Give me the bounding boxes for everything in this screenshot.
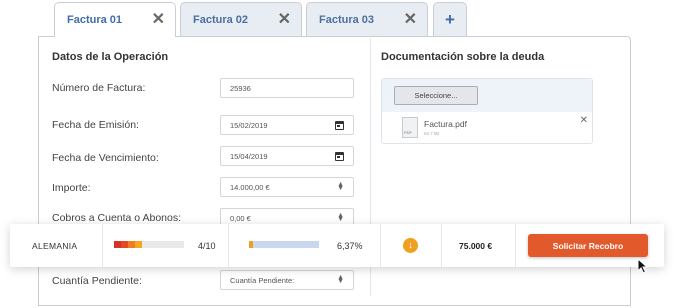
invoice-number-input[interactable]: 25936 [220, 78, 354, 98]
due-date-label: Fecha de Vencimiento: [52, 152, 159, 164]
issue-date-input[interactable]: 15/02/2019 [220, 115, 354, 135]
summary-bar: ALEMANIA 4/10 6,37% ↓ 75.000 € Solicitar… [10, 224, 664, 267]
divider [228, 224, 229, 267]
add-tab-button[interactable]: + [433, 2, 467, 36]
spinner-icon[interactable]: ▲ ▼ [337, 274, 344, 285]
request-recovery-button[interactable]: Solicitar Recobro [528, 234, 648, 257]
file-size: 52.7 kB [424, 131, 440, 136]
risk-bar-segment [128, 241, 135, 248]
percentage-value: 6,37% [337, 241, 363, 251]
operation-title: Datos de la Operación [52, 51, 169, 63]
divider [102, 224, 103, 267]
payments-value: 0,00 € [230, 213, 251, 223]
spinner-icon[interactable]: ▲ ▼ [337, 212, 344, 223]
documentation-title: Documentación sobre la deuda [381, 51, 545, 63]
spinner-icon[interactable]: ▲ ▼ [337, 181, 344, 192]
risk-bar-segment [135, 241, 142, 248]
close-icon[interactable]: ✕ [152, 12, 165, 28]
close-icon[interactable]: ✕ [404, 11, 417, 28]
invoice-number-label: Número de Factura: [52, 82, 146, 94]
divider [515, 224, 516, 267]
summary-amount: 75.000 € [459, 241, 493, 251]
tab-factura-03[interactable]: Factura 03 ✕ [306, 2, 428, 36]
issue-date-label: Fecha de Emisión: [52, 119, 139, 131]
select-file-button[interactable]: Seleccione... [394, 86, 478, 105]
invoice-number-value: 25936 [230, 83, 251, 93]
calendar-icon[interactable] [335, 120, 344, 130]
amount-input[interactable]: 14.000,00 € ▲ ▼ [220, 177, 354, 197]
tab-factura-01[interactable]: Factura 01 ✕ [54, 2, 176, 37]
remove-file-icon[interactable]: ✕ [580, 115, 588, 126]
calendar-icon[interactable] [335, 151, 344, 161]
percentage-bar-track [249, 241, 319, 248]
pending-placeholder: Cuantía Pendiente: [230, 275, 295, 285]
risk-score: 4/10 [198, 241, 216, 251]
file-name: Factura.pdf [424, 119, 467, 129]
amount-value: 14.000,00 € [230, 182, 270, 192]
issue-date-value: 15/02/2019 [230, 120, 268, 130]
tab-label: Factura 01 [67, 14, 123, 26]
close-icon[interactable]: ✕ [278, 11, 291, 28]
country-name: ALEMANIA [32, 241, 78, 251]
arrow-down-circle-icon: ↓ [403, 238, 418, 253]
tab-label: Factura 03 [319, 13, 375, 26]
pending-label: Cuantía Pendiente: [52, 275, 142, 287]
pending-input[interactable]: Cuantía Pendiente: ▲ ▼ [220, 270, 354, 290]
tab-label: Factura 02 [193, 13, 249, 26]
percentage-bar-fill [249, 241, 253, 248]
risk-bar-segment [121, 241, 128, 248]
divider [380, 224, 381, 267]
amount-label: Importe: [52, 182, 91, 194]
payments-label: Cobros a Cuenta o Abonos: [52, 212, 182, 224]
plus-icon: + [445, 9, 455, 29]
divider [441, 224, 442, 267]
due-date-input[interactable]: 15/04/2019 [220, 146, 354, 166]
due-date-value: 15/04/2019 [230, 151, 268, 161]
document-upload-box: Seleccione... PDF Factura.pdf 52.7 kB ✕ [381, 78, 593, 144]
mouse-cursor-icon [637, 258, 649, 274]
tab-factura-02[interactable]: Factura 02 ✕ [180, 2, 302, 36]
risk-bar-segment [114, 241, 121, 248]
file-type-label: PDF [404, 130, 412, 135]
pdf-file-icon: PDF [402, 117, 418, 138]
